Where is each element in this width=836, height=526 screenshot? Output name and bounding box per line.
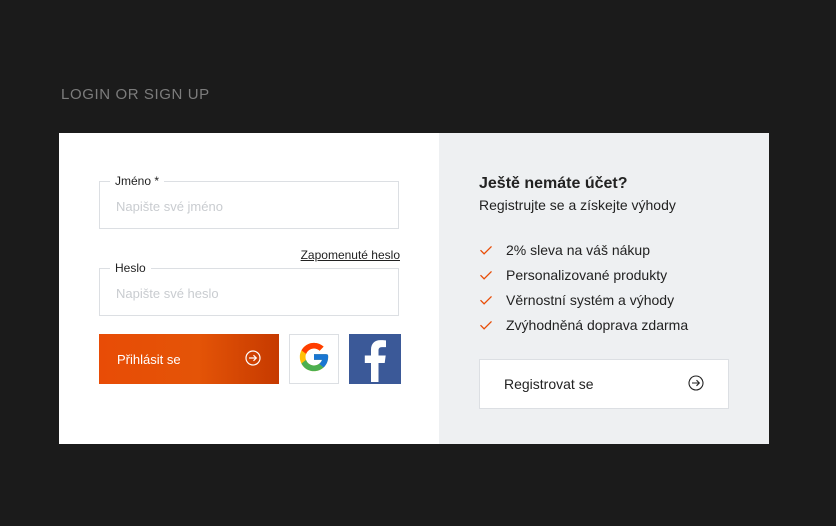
check-icon (480, 270, 492, 280)
check-icon (480, 320, 492, 330)
login-button[interactable]: Přihlásit se (99, 334, 279, 384)
section-title: LOGIN OR SIGN UP (61, 86, 210, 103)
benefits-list: 2% sleva na váš nákup Personalizované pr… (479, 237, 688, 337)
forgot-password-link[interactable]: Zapomenuté heslo (301, 248, 400, 262)
register-button[interactable]: Registrovat se (479, 359, 729, 409)
benefit-label: Zvýhodněná doprava zdarma (506, 316, 689, 333)
register-title: Ještě nemáte účet? (479, 175, 628, 192)
google-login-button[interactable] (289, 334, 339, 384)
password-field: Heslo (99, 261, 399, 317)
auth-card: Jméno * Zapomenuté heslo Heslo Přihlásit… (59, 133, 769, 444)
login-panel: Jméno * Zapomenuté heslo Heslo Přihlásit… (59, 133, 439, 444)
benefit-label: Personalizované produkty (506, 266, 668, 283)
facebook-icon (349, 334, 401, 384)
register-button-label: Registrovat se (504, 376, 594, 392)
register-subtitle: Registrujte se a získejte výhody (479, 197, 676, 213)
name-field: Jméno * (99, 174, 399, 230)
check-icon (480, 245, 492, 255)
google-icon (297, 340, 331, 379)
register-panel: Ještě nemáte účet? Registrujte se a získ… (439, 133, 769, 444)
benefit-label: Věrnostní systém a výhody (506, 291, 675, 308)
arrow-right-circle-icon (688, 374, 704, 394)
benefit-item: Věrnostní systém a výhody (479, 287, 688, 312)
benefit-label: 2% sleva na váš nákup (506, 241, 650, 258)
benefit-item: Personalizované produkty (479, 262, 688, 287)
login-button-label: Přihlásit se (117, 351, 181, 367)
benefit-item: 2% sleva na váš nákup (479, 237, 688, 262)
benefit-item: Zvýhodněná doprava zdarma (479, 312, 688, 337)
check-icon (480, 295, 492, 305)
password-input[interactable] (114, 269, 388, 317)
arrow-right-circle-icon (245, 349, 261, 369)
name-input[interactable] (114, 182, 388, 230)
facebook-login-button[interactable] (349, 334, 401, 384)
